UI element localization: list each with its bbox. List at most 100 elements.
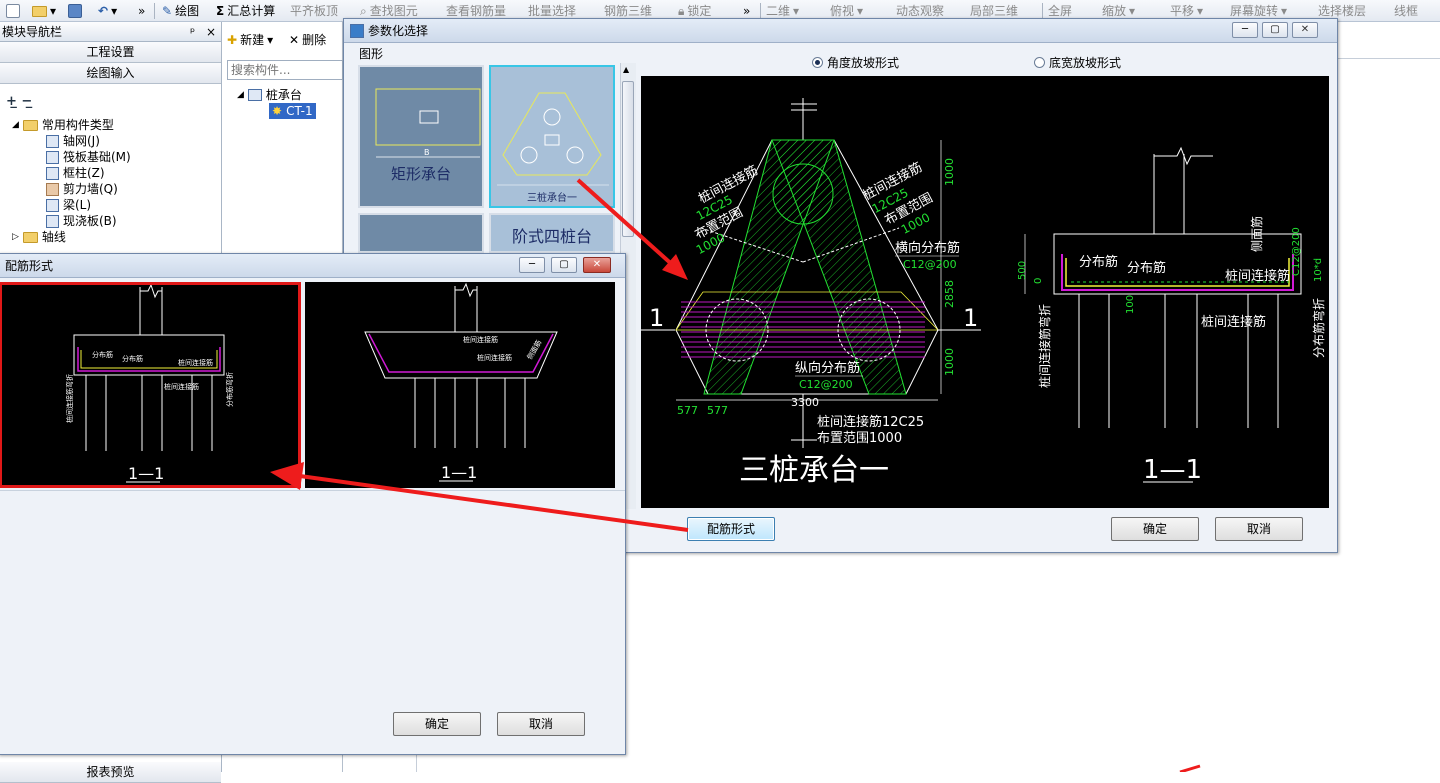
svg-text:桩间连接筋: 桩间连接筋 [1201,314,1266,330]
expand-all-icon[interactable]: +̲ −̲ [6,94,32,109]
flush-slab-button[interactable]: 平齐板顶 [290,2,338,20]
svg-text:分布筋: 分布筋 [1079,254,1118,270]
svg-text:10*d: 10*d [1313,258,1324,282]
svg-text:桩间连接筋: 桩间连接筋 [477,353,512,362]
folder-icon [22,231,38,243]
graphic-section-label: 图形 [359,47,384,61]
thumb-step-four-pile[interactable]: 阶式四桩台 [489,213,615,253]
svg-text:桩间连接筋: 桩间连接筋 [178,358,213,367]
close-icon[interactable]: × [206,22,216,42]
project-settings-button[interactable]: 工程设置 [0,42,221,63]
svg-text:C12@200: C12@200 [903,258,957,271]
tree-item-slab[interactable]: 现浇板(B) [46,213,117,229]
radio-width-slope[interactable]: 底宽放坡形式 [1034,54,1121,71]
drawing-input-button[interactable]: 绘图输入 [0,63,221,84]
svg-text:侧面筋: 侧面筋 [1249,216,1264,252]
svg-text:分布筋: 分布筋 [92,350,113,359]
thumb-rect-label: 矩形承台 [390,165,451,183]
tree-item-axis-grid[interactable]: 轴网(J) [46,133,100,149]
nav-title: 模块导航栏 [2,25,63,39]
svg-text:2858: 2858 [943,280,956,308]
rebar-cancel-button[interactable]: 取消 [497,712,585,736]
gear-icon: ✸ [272,104,283,118]
thumb-three-pile-cap[interactable]: 三桩承台一 [489,65,615,208]
radio-angle-slope[interactable]: 角度放坡形式 [812,54,899,71]
param-ok-button[interactable]: 确定 [1111,517,1199,541]
close-button[interactable]: ✕ [583,257,611,273]
delete-component-button[interactable]: ✕ 删除 [289,31,326,48]
tree-item-shear-wall[interactable]: 剪力墙(Q) [46,181,118,197]
tree-group-axis[interactable]: ▷ 轴线 [12,229,66,245]
open-file-icon[interactable]: ▾ [32,2,56,20]
new-file-icon[interactable] [6,2,20,20]
minimize-button[interactable]: ─ [519,257,545,273]
rebar-option-1[interactable]: 分布筋 分布筋 桩间连接筋 桩间连接筋 桩间连接筋弯折 分布筋弯折 1—1 [0,282,301,488]
thumb-three-label: 三桩承台一 [527,193,577,204]
tree-item-beam[interactable]: 梁(L) [46,197,91,213]
new-icon: ✚ [227,32,238,47]
column-icon [46,166,59,180]
three-pile-preview [497,92,609,186]
svg-text:桩间连接筋: 桩间连接筋 [1225,268,1290,284]
tree-item-ct1[interactable]: ✸ CT-1 [269,103,316,119]
summary-calc-button[interactable]: Σ 汇总计算 [216,2,275,20]
svg-text:577: 577 [707,404,728,417]
svg-text:分布筋弯折: 分布筋弯折 [225,372,234,407]
svg-text:1—1: 1—1 [128,464,164,483]
maximize-button[interactable]: ▢ [551,257,577,273]
report-preview-button[interactable]: 报表预览 [0,762,221,783]
svg-text:桩间连接筋弯折: 桩间连接筋弯折 [65,374,74,423]
param-cancel-button[interactable]: 取消 [1215,517,1303,541]
svg-text:C12@200: C12@200 [799,378,853,391]
param-dialog-title: 参数化选择 [368,24,429,38]
raft-icon [46,150,59,164]
new-component-button[interactable]: ✚ 新建 ▾ [227,31,273,48]
app-icon [350,24,364,38]
rebar-form-button[interactable]: 配筋形式 [687,517,775,541]
minimize-button[interactable]: ─ [1232,22,1258,38]
grid-icon [46,134,59,148]
toolbar-more[interactable]: » [138,2,145,20]
thumb-step-label: 阶式四桩台 [511,227,592,246]
tree-item-raft[interactable]: 筏板基础(M) [46,149,131,165]
tree-item-column[interactable]: 框柱(Z) [46,165,105,181]
cad-drawing: 1 1 1000 2858 1000 577 577 3300 桩间连接筋 12… [641,98,1326,488]
rebar-option-2[interactable]: 桩间连接筋 桩间连接筋 侧面筋 1—1 [305,282,615,488]
rebar-ok-button[interactable]: 确定 [393,712,481,736]
svg-text:0: 0 [1033,278,1044,284]
thumb-lower-left[interactable] [358,213,484,253]
rebar-option-2-drawing: 桩间连接筋 桩间连接筋 侧面筋 1—1 [364,282,558,482]
rebar-dialog-title: 配筋形式 [5,259,54,273]
nav-title-bar: 模块导航栏 ᵖ × [0,22,221,42]
pile-cap-icon [247,89,262,101]
tree-group-common[interactable]: ◢ 常用构件类型 [12,117,114,133]
tree-root-pile-cap[interactable]: ◢ 桩承台 [237,87,302,103]
delete-icon: ✕ [289,32,300,47]
svg-text:1—1: 1—1 [1143,455,1202,485]
undo-icon[interactable]: ↶ ▾ [98,2,117,20]
pin-icon[interactable]: ᵖ [190,22,195,42]
svg-text:布置范围1000: 布置范围1000 [817,431,902,446]
svg-text:桩间连接筋12C25: 桩间连接筋12C25 [817,414,924,430]
thumb-rect-cap[interactable]: B 矩形承台 [358,65,484,208]
folder-icon [22,119,38,131]
svg-text:1000: 1000 [943,158,956,186]
wireframe-button[interactable]: 线框 [1394,2,1418,20]
svg-text:桩间连接筋: 桩间连接筋 [164,382,199,391]
close-button[interactable]: ✕ [1292,22,1318,38]
svg-text:1: 1 [649,304,664,332]
svg-text:577: 577 [677,404,698,417]
svg-text:分布筋: 分布筋 [122,354,143,363]
search-input[interactable] [227,60,343,80]
svg-text:三桩承台一: 三桩承台一 [739,453,889,488]
svg-text:C12@200: C12@200 [1291,227,1302,276]
rebar-dialog-titlebar: 配筋形式 ─ ▢ ✕ [0,254,625,278]
svg-text:500: 500 [1017,261,1028,280]
draw-button[interactable]: ✎ 绘图 [162,2,199,20]
svg-text:分布筋: 分布筋 [1127,260,1166,276]
svg-text:横向分布筋: 横向分布筋 [895,240,960,256]
svg-text:3300: 3300 [791,396,819,409]
maximize-button[interactable]: ▢ [1262,22,1288,38]
save-icon[interactable] [68,2,82,20]
svg-text:桩间连接筋: 桩间连接筋 [463,335,498,344]
